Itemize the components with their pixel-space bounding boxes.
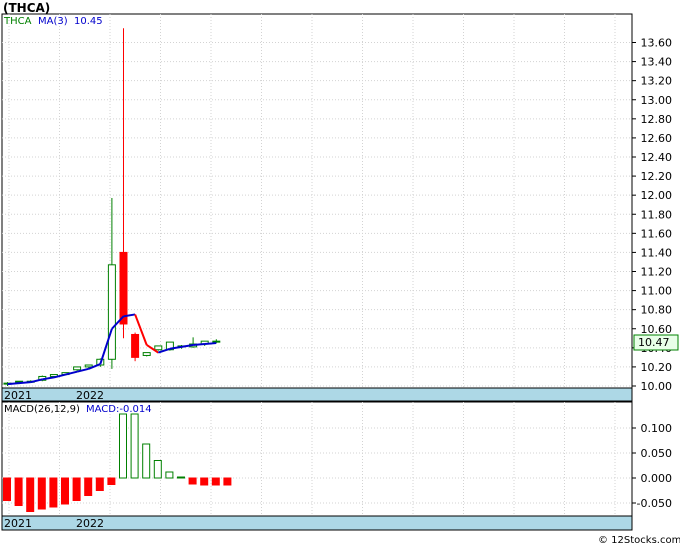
macd-y-axis: 0.100 0.050 0.000 -0.050 <box>632 422 672 510</box>
price-tick-label: 13.40 <box>641 56 673 69</box>
macd-bar <box>223 477 232 486</box>
macd-value: MACD:-0.014 <box>86 404 152 415</box>
macd-bar <box>61 477 69 505</box>
stock-chart: (THCA) 10.0010.2010.4010.6010.8011.0011.… <box>1 1 680 546</box>
price-tick-label: 13.20 <box>641 75 673 88</box>
price-tick-label: 12.60 <box>641 132 673 145</box>
ma3-segment <box>19 381 31 385</box>
price-tick-label: 12.40 <box>641 151 673 164</box>
macd-bar <box>14 477 23 506</box>
price-tick-label: 13.00 <box>641 94 673 107</box>
ma3-segment <box>204 342 217 346</box>
price-tick-label: 10.60 <box>641 323 673 336</box>
price-tick-label: 12.20 <box>641 170 673 183</box>
candle-body <box>107 264 116 360</box>
candle-body <box>119 251 128 325</box>
macd-panel: 0.100 0.050 0.000 -0.050 MACD(26,12,9) MACD… <box>1 401 672 531</box>
chart-title: (THCA) <box>3 1 50 15</box>
macd-tick-label: 0.100 <box>641 422 673 435</box>
price-year-label-2021: 2021 <box>4 389 32 402</box>
macd-tick-label: 0.050 <box>641 447 673 460</box>
macd-bar <box>200 477 209 486</box>
candle-body <box>142 352 151 356</box>
macd-bar <box>49 477 58 508</box>
price-tick-label: 11.00 <box>641 285 673 298</box>
macd-bar <box>72 477 81 501</box>
macd-bar <box>95 477 104 491</box>
macd-bar <box>119 413 127 479</box>
price-tick-label: 11.40 <box>641 246 673 259</box>
macd-bar <box>26 477 35 512</box>
candle-body <box>73 366 82 371</box>
price-tick-label: 13.60 <box>641 37 673 50</box>
macd-bar <box>3 477 11 501</box>
macd-plot-frame <box>1 401 633 517</box>
macd-bar <box>37 477 46 510</box>
ma3-segment <box>193 343 205 346</box>
macd-bar <box>130 413 139 479</box>
price-tick-label: 11.20 <box>641 266 673 279</box>
macd-tick-label: -0.050 <box>637 497 672 510</box>
copyright: © 12Stocks.com <box>598 535 680 546</box>
macd-year-label-2021: 2021 <box>4 517 32 530</box>
price-tick-label: 12.00 <box>641 189 673 202</box>
price-year-label-2022: 2022 <box>76 389 104 402</box>
legend-ma-value: 10.45 <box>74 16 103 27</box>
candle-body <box>131 333 140 358</box>
macd-bar <box>84 477 93 496</box>
candle-body <box>154 345 163 351</box>
macd-bar <box>107 477 116 485</box>
macd-bar <box>211 477 220 486</box>
price-panel: 10.0010.2010.4010.6010.8011.0011.2011.40… <box>1 13 679 402</box>
macd-label: MACD(26,12,9) <box>4 404 80 415</box>
price-tick-label: 10.00 <box>641 380 673 393</box>
price-plot-frame <box>1 13 633 389</box>
price-tick-label: 11.60 <box>641 227 673 240</box>
price-tick-label: 11.80 <box>641 208 673 221</box>
legend-ma-label: MA(3) <box>38 16 68 27</box>
macd-bar <box>188 477 197 485</box>
macd-tick-label: 0.000 <box>641 472 673 485</box>
macd-bar <box>165 471 174 479</box>
candle-body <box>84 364 93 368</box>
price-tick-label: 10.20 <box>641 361 673 374</box>
candle-body <box>212 340 221 343</box>
legend-symbol: THCA <box>3 16 32 27</box>
last-price-value: 10.47 <box>638 336 670 349</box>
legend: THCA MA(3) 10.45 <box>3 16 103 27</box>
ma3-segment <box>7 382 20 386</box>
macd-year-label-2022: 2022 <box>76 517 104 530</box>
macd-bar <box>153 460 162 479</box>
macd-bar <box>142 443 151 479</box>
price-tick-label: 10.80 <box>641 304 673 317</box>
price-tick-label: 12.80 <box>641 113 673 126</box>
macd-bar <box>177 476 185 479</box>
